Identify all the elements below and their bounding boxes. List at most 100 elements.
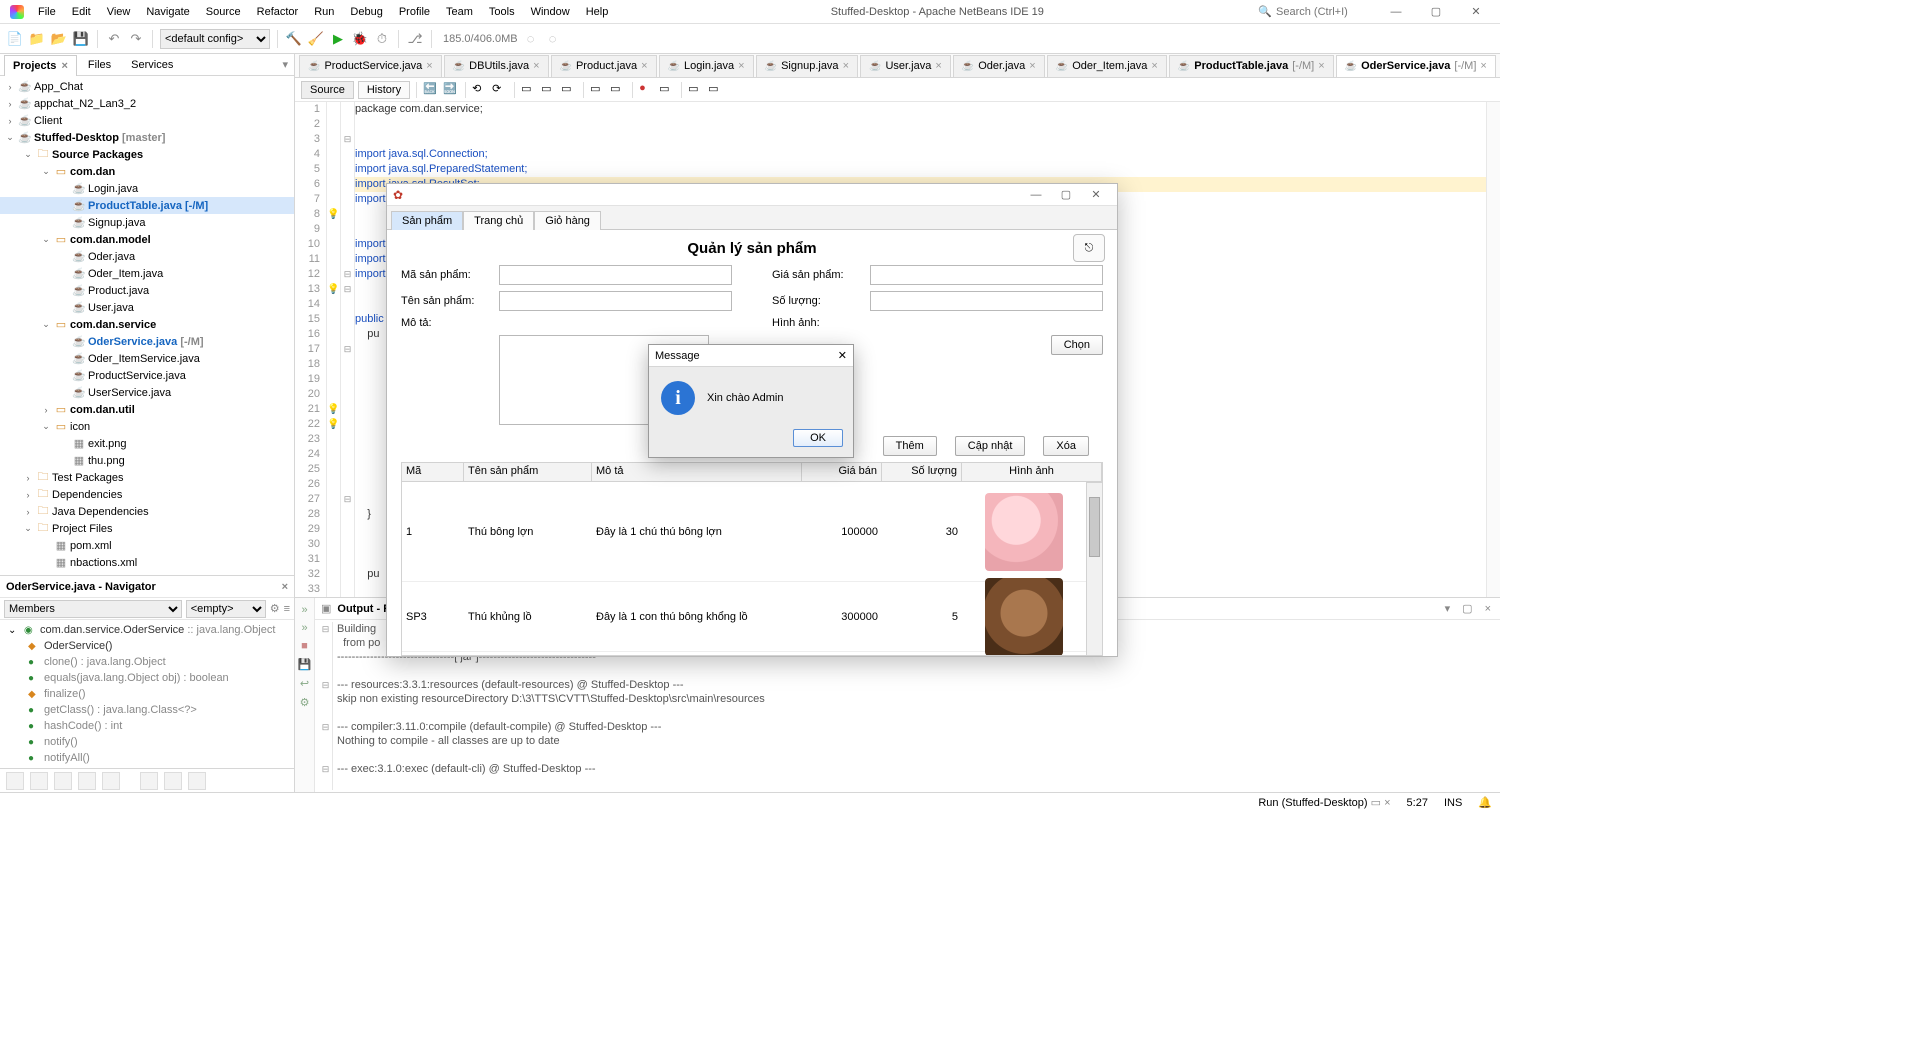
tree-file[interactable]: OderService.java [-/M]: [88, 336, 204, 348]
col-mota[interactable]: Mô tả: [592, 463, 802, 481]
toolbar-icon[interactable]: 🔜: [443, 82, 459, 98]
undo-icon[interactable]: ↶: [105, 30, 123, 48]
window-minimize-icon[interactable]: —: [1021, 189, 1051, 201]
menu-help[interactable]: Help: [578, 0, 617, 24]
input-masanpham[interactable]: [499, 265, 732, 285]
filter-btn[interactable]: [30, 772, 48, 790]
redo-icon[interactable]: ↷: [127, 30, 145, 48]
close-icon[interactable]: ×: [59, 60, 67, 72]
menu-window[interactable]: Window: [523, 0, 578, 24]
tree-package[interactable]: com.dan.service: [70, 319, 156, 331]
input-gia[interactable]: [870, 265, 1103, 285]
tree-project[interactable]: appchat_N2_Lan3_2: [34, 98, 136, 110]
config-select[interactable]: <default config>: [160, 29, 270, 49]
input-soluong[interactable]: [870, 291, 1103, 311]
maximize-icon[interactable]: ▢: [1459, 602, 1475, 615]
menu-source[interactable]: Source: [198, 0, 249, 24]
debug-icon[interactable]: 🐞: [351, 30, 369, 48]
tree-package[interactable]: icon: [70, 421, 90, 433]
menu-file[interactable]: File: [30, 0, 64, 24]
new-project-icon[interactable]: 📁: [28, 30, 46, 48]
editor-tab[interactable]: ☕Oder.java×: [953, 55, 1045, 77]
tab-gio-hang[interactable]: Giỏ hàng: [534, 211, 601, 230]
toolbar-icon[interactable]: ▭: [610, 82, 626, 98]
rerun-icon[interactable]: »: [301, 622, 307, 634]
filter-btn[interactable]: [102, 772, 120, 790]
col-img[interactable]: Hình ảnh: [962, 463, 1102, 481]
filter-btn[interactable]: [164, 772, 182, 790]
add-button[interactable]: Thêm: [883, 436, 937, 456]
services-tab[interactable]: Services: [122, 54, 182, 75]
git-icon[interactable]: ⎇: [406, 30, 424, 48]
clean-build-icon[interactable]: 🧹: [307, 30, 325, 48]
empty-select[interactable]: <empty>: [186, 600, 266, 618]
notifications-icon[interactable]: 🔔: [1478, 796, 1492, 809]
output-save-icon[interactable]: 💾: [298, 658, 312, 671]
toolbar-icon[interactable]: ▭: [561, 82, 577, 98]
members-select[interactable]: Members: [4, 600, 182, 618]
tree-file[interactable]: Oder_ItemService.java: [88, 353, 200, 365]
tree-dependencies[interactable]: Dependencies: [52, 489, 122, 501]
tree-test-packages[interactable]: Test Packages: [52, 472, 124, 484]
tree-file[interactable]: Signup.java: [88, 217, 146, 229]
filter-btn[interactable]: [140, 772, 158, 790]
projects-tree[interactable]: ›☕App_Chat ›☕appchat_N2_Lan3_2 ›☕Client …: [0, 76, 294, 575]
editor-tab[interactable]: ☕DBUtils.java×: [444, 55, 549, 77]
editor-tab-active[interactable]: ☕OderService.java [-/M]×: [1336, 55, 1496, 77]
ok-button[interactable]: OK: [793, 429, 843, 447]
error-stripe[interactable]: [1486, 102, 1500, 597]
tab-trang-chu[interactable]: Trang chủ: [463, 211, 534, 230]
menu-profile[interactable]: Profile: [391, 0, 438, 24]
search-input[interactable]: [1276, 6, 1376, 18]
update-button[interactable]: Cập nhật: [955, 436, 1026, 456]
filter-btn[interactable]: [6, 772, 24, 790]
editor-tab[interactable]: ☕Signup.java×: [756, 55, 858, 77]
menu-edit[interactable]: Edit: [64, 0, 99, 24]
run-icon[interactable]: ▶: [329, 30, 347, 48]
col-ma[interactable]: Mã: [402, 463, 464, 481]
window-minimize-icon[interactable]: —: [1376, 0, 1416, 24]
col-gia[interactable]: Giá bán: [802, 463, 882, 481]
window-maximize-icon[interactable]: ▢: [1051, 188, 1081, 201]
toolbar-icon[interactable]: 🔙: [423, 82, 439, 98]
stop-icon[interactable]: ◌: [544, 30, 562, 48]
toolbar-icon[interactable]: ▭: [688, 82, 704, 98]
panel-menu-icon[interactable]: ▾: [282, 58, 294, 71]
tree-file[interactable]: ProductService.java: [88, 370, 186, 382]
filter-icon[interactable]: ⚙: [270, 602, 280, 615]
delete-button[interactable]: Xóa: [1043, 436, 1089, 456]
toolbar-icon[interactable]: ▭: [541, 82, 557, 98]
menu-view[interactable]: View: [99, 0, 139, 24]
editor-tab[interactable]: ☕User.java×: [860, 55, 951, 77]
input-tensanpham[interactable]: [499, 291, 732, 311]
table-body[interactable]: 1 Thú bông lợn Đây là 1 chú thú bông lợn…: [401, 482, 1087, 656]
tree-file[interactable]: Login.java: [88, 183, 138, 195]
tree-file[interactable]: pom.xml: [70, 540, 112, 552]
choose-image-button[interactable]: Chọn: [1051, 335, 1103, 355]
tree-file[interactable]: thu.png: [88, 455, 125, 467]
tree-package[interactable]: com.dan: [70, 166, 115, 178]
close-icon[interactable]: ×: [426, 60, 432, 72]
close-icon[interactable]: ×: [282, 581, 288, 593]
tree-project[interactable]: Client: [34, 115, 62, 127]
toolbar-icon[interactable]: ⟳: [492, 82, 508, 98]
stop-output-icon[interactable]: ■: [301, 640, 308, 652]
new-file-icon[interactable]: 📄: [6, 30, 24, 48]
filter-btn[interactable]: [78, 772, 96, 790]
toolbar-icon[interactable]: ▭: [708, 82, 724, 98]
menu-navigate[interactable]: Navigate: [138, 0, 197, 24]
close-icon[interactable]: ×: [1482, 603, 1494, 615]
toolbar-icon[interactable]: ▭: [659, 82, 675, 98]
minimize-icon[interactable]: ▾: [1442, 602, 1454, 615]
open-project-icon[interactable]: 📂: [50, 30, 68, 48]
window-close-icon[interactable]: ✕: [1081, 188, 1111, 201]
editor-tab[interactable]: ☕Login.java×: [659, 55, 754, 77]
history-view[interactable]: History: [358, 81, 410, 99]
editor-tab[interactable]: ☕Oder_Item.java×: [1047, 55, 1167, 77]
editor-tab[interactable]: ☕ProductService.java×: [299, 55, 442, 77]
tab-san-pham[interactable]: Sản phẩm: [391, 211, 463, 230]
tree-java-dependencies[interactable]: Java Dependencies: [52, 506, 149, 518]
table-scrollbar[interactable]: [1087, 482, 1103, 656]
window-maximize-icon[interactable]: ▢: [1416, 0, 1456, 24]
tree-file[interactable]: Oder_Item.java: [88, 268, 163, 280]
